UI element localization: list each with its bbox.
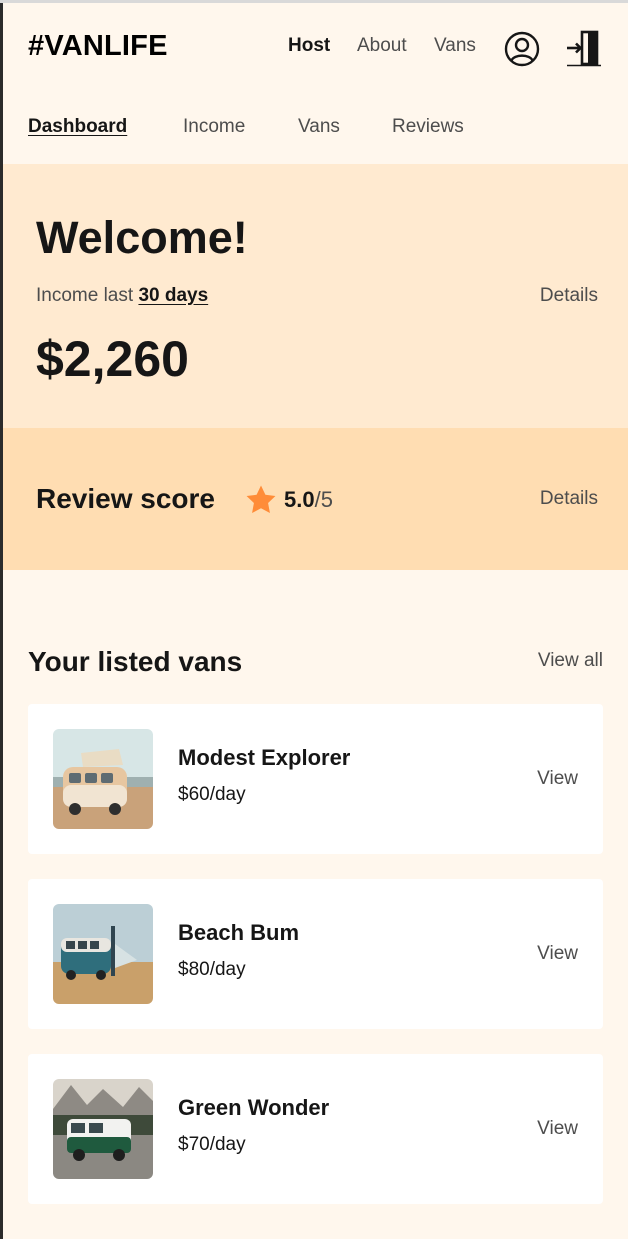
van-card[interactable]: Beach Bum $80/day View — [28, 879, 603, 1029]
van-name: Green Wonder — [178, 1095, 330, 1120]
subnav-vans[interactable]: Vans — [298, 116, 340, 138]
subnav-income[interactable]: Income — [183, 116, 245, 138]
review-score-title: Review score — [36, 483, 215, 514]
van-price: $70/day — [178, 1134, 246, 1155]
van-view-link[interactable]: View — [537, 768, 578, 790]
income-period-label: Income last 30 days — [36, 285, 208, 307]
user-circle-icon[interactable] — [504, 31, 540, 72]
subnav-dashboard[interactable]: Dashboard — [28, 116, 127, 138]
van-photo-green-wonder — [53, 1079, 153, 1179]
review-score-max: /5 — [314, 487, 333, 512]
income-period-value[interactable]: 30 days — [138, 285, 208, 306]
van-price: $60/day — [178, 784, 246, 805]
van-photo-modest-explorer — [53, 729, 153, 829]
income-amount: $2,260 — [36, 331, 189, 387]
van-photo-beach-bum — [53, 904, 153, 1004]
van-name: Beach Bum — [178, 920, 300, 945]
van-card[interactable]: Green Wonder $70/day View — [28, 1054, 603, 1204]
van-name: Modest Explorer — [178, 745, 351, 770]
review-score-section: Review score 5.0/5 Details — [3, 428, 628, 570]
nav-host[interactable]: Host — [288, 35, 330, 57]
site-logo[interactable]: #VANLIFE — [28, 30, 168, 63]
nav-about[interactable]: About — [357, 35, 407, 57]
subnav-reviews[interactable]: Reviews — [392, 116, 464, 138]
review-score-value: 5.0/5 — [284, 487, 333, 513]
van-card[interactable]: Modest Explorer $60/day View — [28, 704, 603, 854]
listed-vans-title: Your listed vans — [28, 646, 243, 677]
income-details-link[interactable]: Details — [540, 285, 598, 307]
nav-vans[interactable]: Vans — [434, 35, 476, 57]
logout-door-icon[interactable] — [565, 30, 603, 73]
star-icon — [244, 483, 278, 522]
income-label-prefix: Income last — [36, 285, 139, 306]
review-details-link[interactable]: Details — [540, 488, 598, 510]
view-all-vans-link[interactable]: View all — [538, 650, 603, 672]
review-score-number: 5.0 — [284, 487, 315, 512]
van-view-link[interactable]: View — [537, 1118, 578, 1140]
welcome-heading: Welcome! — [36, 212, 248, 263]
site-header: #VANLIFE Host About Vans — [3, 3, 628, 89]
van-price: $80/day — [178, 959, 246, 980]
income-summary-section: Welcome! Income last 30 days Details $2,… — [3, 164, 628, 428]
van-view-link[interactable]: View — [537, 943, 578, 965]
host-dashboard-page: #VANLIFE Host About Vans Dashboard Incom… — [3, 3, 628, 1239]
